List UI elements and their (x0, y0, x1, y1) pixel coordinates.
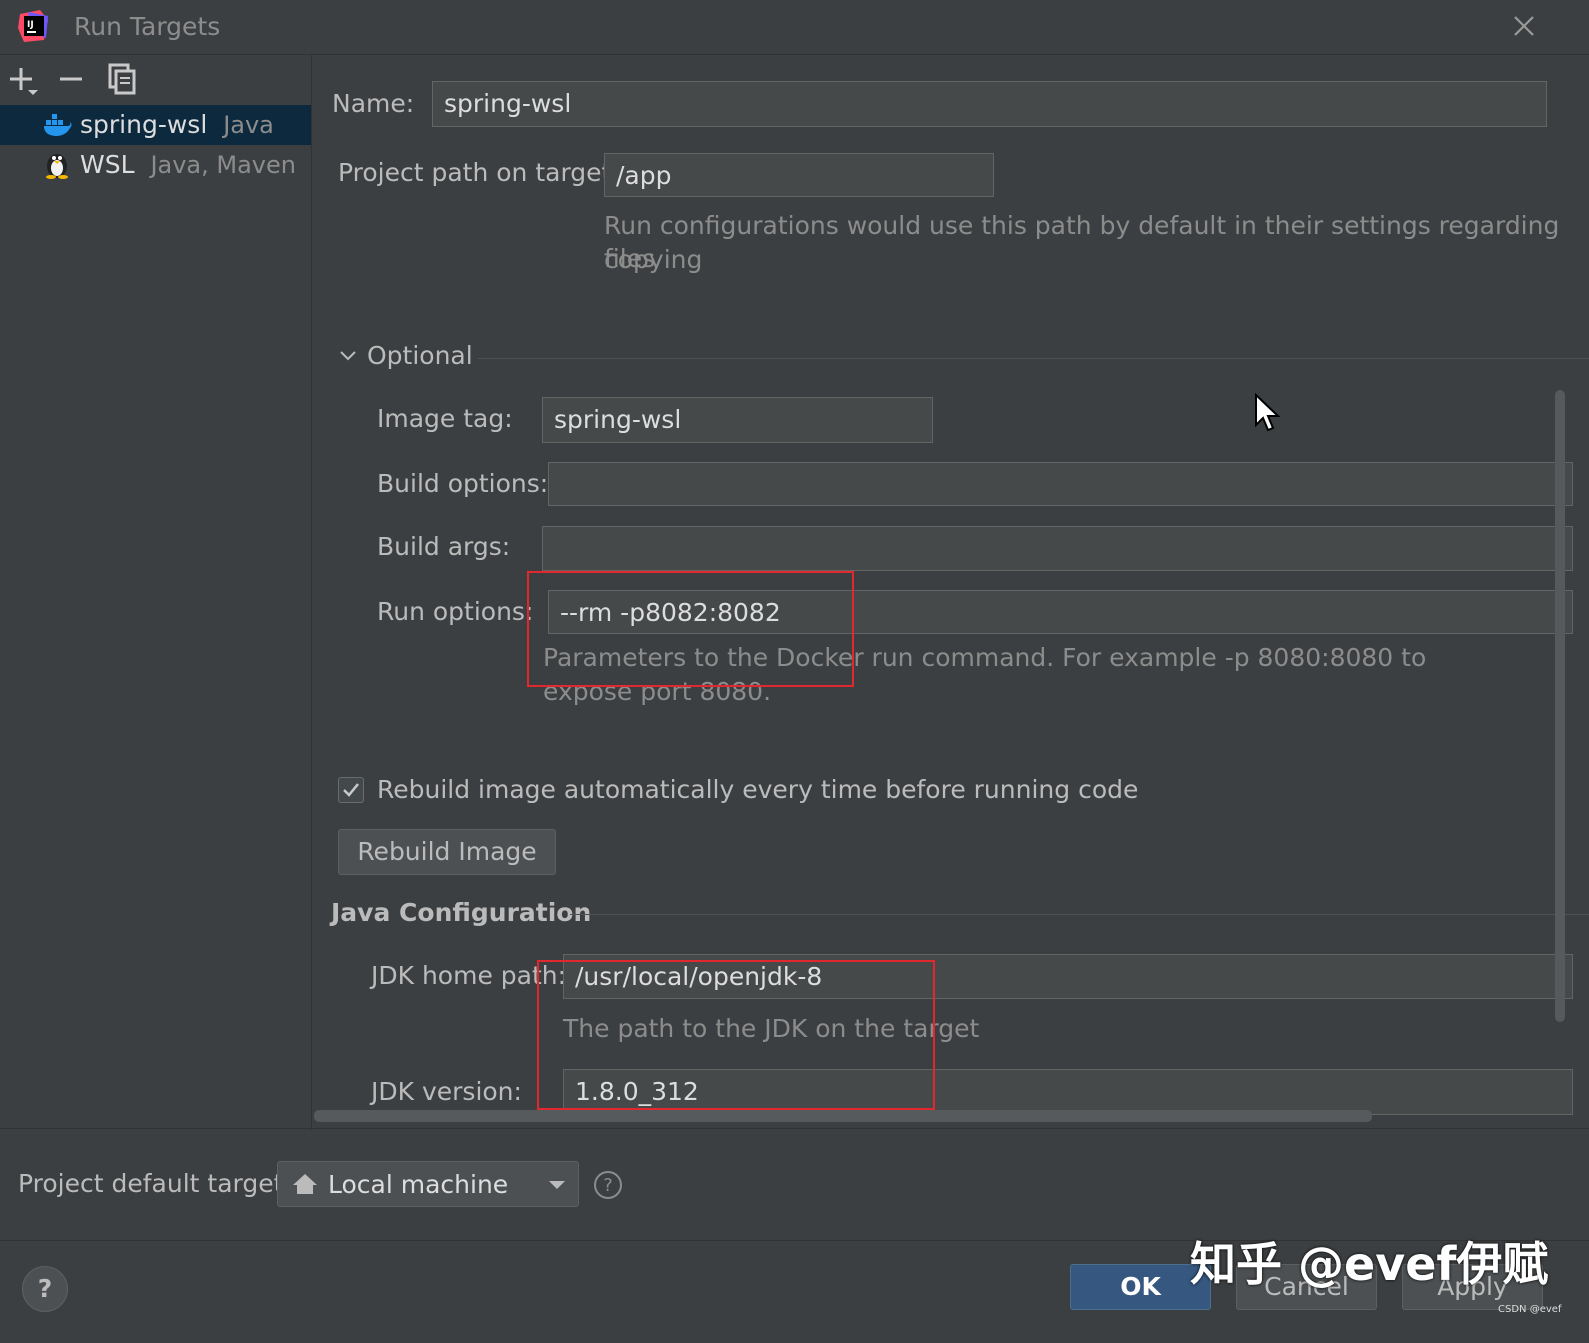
remove-icon[interactable] (56, 62, 90, 96)
watermark-text: 知乎 @evef伊赋 (1190, 1237, 1549, 1291)
build-args-field[interactable] (542, 526, 1573, 571)
help-circle-icon[interactable]: ? (593, 1170, 623, 1200)
chevron-down-icon[interactable] (338, 346, 358, 366)
chevron-down-icon (549, 1181, 565, 1189)
target-type: Java (223, 111, 274, 139)
build-options-field[interactable] (548, 462, 1573, 506)
home-icon (293, 1174, 317, 1194)
svg-text:?: ? (603, 1175, 613, 1196)
targets-sidebar (0, 55, 312, 1130)
docker-icon (44, 114, 72, 136)
window-title: Run Targets (74, 12, 221, 41)
add-icon[interactable] (6, 62, 40, 96)
build-options-label: Build options: (377, 469, 549, 498)
target-type: Java, Maven (150, 151, 296, 179)
horizontal-scrollbar[interactable] (314, 1110, 1372, 1122)
target-item-wsl[interactable]: WSL Java, Maven (0, 145, 311, 185)
checkmark-icon (343, 783, 359, 797)
project-path-hint-line1: Run configurations would use this path b… (604, 211, 1560, 274)
rebuild-checkbox[interactable] (338, 777, 364, 803)
target-item-spring-wsl[interactable]: spring-wsl Java (0, 105, 311, 145)
vertical-scrollbar[interactable] (1555, 390, 1565, 1022)
optional-separator (478, 358, 1589, 359)
title-bar (0, 0, 1589, 55)
run-options-highlight-box (527, 571, 854, 687)
default-target-value: Local machine (328, 1170, 509, 1199)
intellij-app-icon: IJ (18, 10, 48, 42)
name-field[interactable]: spring-wsl (432, 81, 1547, 127)
svg-text:IJ: IJ (27, 20, 34, 30)
copy-icon[interactable] (106, 62, 140, 96)
java-config-section-title: Java Configuration (331, 898, 592, 927)
target-name: WSL (80, 150, 135, 179)
watermark-small-text: CSDN @evef (1498, 1304, 1562, 1315)
project-path-hint-line2: files (604, 244, 656, 273)
image-tag-field[interactable]: spring-wsl (542, 397, 933, 443)
linux-penguin-icon (46, 154, 68, 179)
target-name: spring-wsl (80, 110, 208, 139)
name-label: Name: (332, 89, 415, 118)
project-path-field[interactable]: /app (604, 153, 994, 197)
java-config-separator (570, 914, 1589, 915)
run-options-label: Run options: (377, 597, 534, 626)
close-icon[interactable] (1508, 10, 1540, 42)
default-target-label: Project default target: (18, 1169, 292, 1198)
rebuild-image-button[interactable]: Rebuild Image (338, 829, 556, 875)
rebuild-checkbox-label: Rebuild image automatically every time b… (377, 775, 1139, 804)
build-args-label: Build args: (377, 532, 511, 561)
mouse-cursor-icon (1255, 393, 1281, 432)
image-tag-label: Image tag: (377, 404, 513, 433)
jdk-version-label: JDK version: (371, 1077, 522, 1106)
footer-separator (0, 1128, 1589, 1129)
optional-section-title[interactable]: Optional (367, 341, 473, 370)
default-target-dropdown[interactable]: Local machine (277, 1161, 579, 1207)
jdk-highlight-box (537, 960, 935, 1110)
project-path-label: Project path on target: (338, 158, 620, 187)
help-button[interactable]: ? (22, 1266, 68, 1312)
